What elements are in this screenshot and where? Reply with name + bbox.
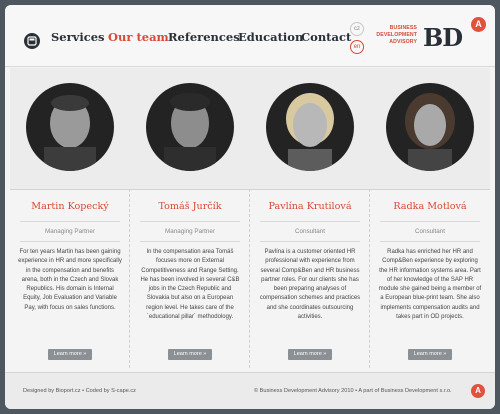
member-name: Radka Motlová [393,201,467,212]
member-role: Consultant [380,221,480,242]
learn-more-button[interactable]: Learn more » [288,349,332,360]
nav-references[interactable]: References [168,30,240,44]
team-member: Radka Motlová Consultant Radka has enric… [370,68,490,368]
member-name: Tomáš Jurčík [158,201,222,212]
member-photo [386,83,474,171]
team-member: Pavlína Krutilová Consultant Pavlína is … [250,68,370,368]
team-member: Martin Kopecký Managing Partner For ten … [10,68,130,368]
header: Services Our team References Education C… [5,5,495,67]
brand-a-badge: A [471,17,486,32]
brand-logo[interactable]: BD [423,23,463,52]
member-bio: Radka has enriched her HR and Comp&Ben e… [378,249,482,321]
footer-credits[interactable]: Designed by Bioport.cz • Coded by S-cape… [23,388,136,394]
member-role: Managing Partner [20,221,120,242]
member-role: Managing Partner [140,221,240,242]
nav-contact[interactable]: Contact [301,30,351,44]
brand-tagline-line: ADVISORY [389,39,417,45]
team-member: Tomáš Jurčík Managing Partner In the com… [130,68,250,368]
member-photo [26,83,114,171]
brand-tagline: BUSINESS DEVELOPMENT ADVISORY [357,25,417,46]
member-name: Martin Kopecký [31,201,109,212]
member-photo [266,83,354,171]
footer-a-badge[interactable]: A [471,384,485,398]
member-role: Consultant [260,221,360,242]
nav-our-team[interactable]: Our team [108,30,169,44]
member-name: Pavlína Krutilová [268,201,352,212]
learn-more-button[interactable]: Learn more » [168,349,212,360]
brand-tagline-line: DEVELOPMENT [376,32,417,38]
nav-services[interactable]: Services [51,30,105,44]
page-frame: Services Our team References Education C… [5,5,495,409]
nav-education[interactable]: Education [238,30,303,44]
member-photo [146,83,234,171]
member-bio: Pavlína is a customer oriented HR profes… [259,249,361,321]
learn-more-button[interactable]: Learn more » [48,349,92,360]
footer: Designed by Bioport.cz • Coded by S-cape… [5,372,495,409]
member-bio: In the compensation area Tomáš focuses m… [140,249,240,321]
brand-tagline-line: BUSINESS [389,25,417,31]
footer-copyright: © Business Development Advisory 2010 • A… [254,388,452,394]
member-bio: For ten years Martin has been gaining ex… [18,249,122,311]
home-icon[interactable] [24,33,40,49]
learn-more-button[interactable]: Learn more » [408,349,452,360]
team-grid: Martin Kopecký Managing Partner For ten … [10,68,490,368]
